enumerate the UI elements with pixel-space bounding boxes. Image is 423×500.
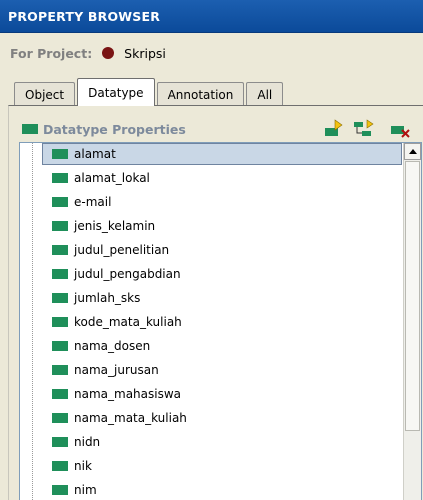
vertical-scrollbar[interactable] [403, 143, 421, 500]
datatype-property-icon [52, 341, 68, 351]
datatype-property-icon [52, 197, 68, 207]
list-item[interactable]: alamat [42, 143, 402, 165]
property-list[interactable]: alamat alamat_lokal e-mail jenis_kelamin… [19, 142, 422, 500]
datatype-property-icon [52, 365, 68, 375]
list-item[interactable]: nama_jurusan [42, 359, 402, 381]
tab-bar: Object Datatype Annotation All [14, 78, 285, 106]
list-item[interactable]: jenis_kelamin [42, 215, 402, 237]
datatype-property-icon [52, 173, 68, 183]
list-item[interactable]: nama_mahasiswa [42, 383, 402, 405]
property-browser-window: PROPERTY BROWSER For Project: Skripsi Ob… [0, 0, 423, 500]
datatype-property-icon [52, 293, 68, 303]
datatype-property-icon [52, 413, 68, 423]
list-item[interactable]: nim [42, 479, 402, 500]
tree-guide-line [32, 143, 33, 500]
tab-annotation[interactable]: Annotation [156, 82, 245, 106]
list-item[interactable]: e-mail [42, 191, 402, 213]
list-item[interactable]: nama_mata_kuliah [42, 407, 402, 429]
datatype-property-icon [52, 245, 68, 255]
datatype-property-icon [52, 317, 68, 327]
list-item[interactable]: judul_penelitian [42, 239, 402, 261]
datatype-property-icon [52, 437, 68, 447]
project-row: For Project: Skripsi [0, 33, 423, 73]
project-dot-icon [102, 47, 115, 59]
add-property-icon[interactable] [323, 118, 345, 140]
datatype-property-icon [22, 124, 38, 134]
list-item[interactable]: nama_dosen [42, 335, 402, 357]
list-item[interactable]: kode_mata_kuliah [42, 311, 402, 333]
list-item[interactable]: alamat_lokal [42, 167, 402, 189]
datatype-property-icon [52, 221, 68, 231]
list-item[interactable]: jumlah_sks [42, 287, 402, 309]
datatype-property-icon [52, 269, 68, 279]
tab-all[interactable]: All [246, 82, 284, 106]
list-item[interactable]: nidn [42, 431, 402, 453]
list-item[interactable]: nik [42, 455, 402, 477]
datatype-property-icon [52, 389, 68, 399]
tab-datatype[interactable]: Datatype [77, 78, 155, 106]
window-title: PROPERTY BROWSER [0, 0, 423, 33]
section-title: Datatype Properties [43, 122, 186, 137]
tab-object[interactable]: Object [14, 82, 76, 106]
list-item[interactable]: judul_pengabdian [42, 263, 402, 285]
scroll-thumb[interactable] [405, 161, 420, 431]
project-label: For Project: [10, 46, 93, 61]
datatype-property-icon [52, 461, 68, 471]
datatype-property-icon [52, 485, 68, 495]
delete-property-icon[interactable] [389, 118, 411, 140]
add-subproperty-icon[interactable] [353, 118, 375, 140]
project-name: Skripsi [124, 46, 166, 61]
datatype-property-icon [52, 149, 68, 159]
datatype-tab-panel: Datatype Properties alamat alamat_lokal … [8, 105, 423, 500]
scroll-up-arrow-icon[interactable] [404, 143, 421, 160]
section-header: Datatype Properties [19, 116, 414, 144]
